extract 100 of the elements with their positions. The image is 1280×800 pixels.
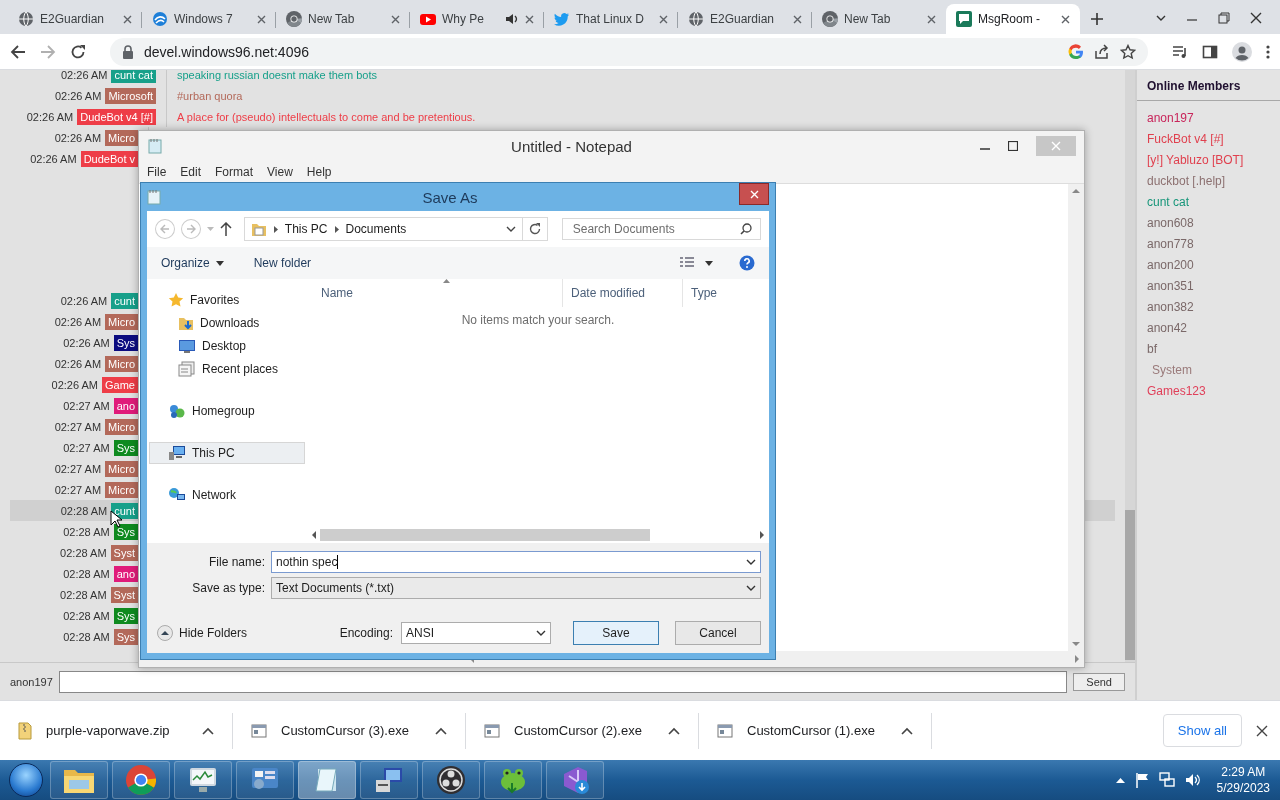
- view-list-icon[interactable]: [679, 256, 695, 270]
- member-name[interactable]: anon608: [1147, 213, 1270, 234]
- plus-icon[interactable]: [1090, 12, 1104, 26]
- member-name[interactable]: anon197: [1147, 108, 1270, 129]
- close-icon[interactable]: [525, 14, 534, 24]
- member-name[interactable]: anon778: [1147, 234, 1270, 255]
- close-icon[interactable]: [1061, 14, 1070, 24]
- side-panel-icon[interactable]: [1202, 43, 1218, 60]
- caret-icon[interactable]: [435, 726, 447, 735]
- scroll-right-icon[interactable]: [1075, 655, 1080, 663]
- menu-icon[interactable]: [1266, 43, 1270, 60]
- nav-item[interactable]: This PC: [149, 442, 305, 464]
- download-name[interactable]: CustomCursor (3).exe: [281, 723, 421, 738]
- browser-tab[interactable]: E2Guardian: [678, 4, 812, 34]
- chevron-up-icon[interactable]: [1115, 777, 1125, 783]
- close-icon[interactable]: [1250, 12, 1262, 24]
- taskbar-button[interactable]: [422, 761, 480, 799]
- user-badge[interactable]: Micro: [105, 313, 138, 330]
- nav-item[interactable]: Network: [149, 484, 305, 506]
- caret-icon[interactable]: [705, 260, 713, 266]
- scrollbar[interactable]: [1068, 184, 1084, 651]
- download-name[interactable]: CustomCursor (1).exe: [747, 723, 887, 738]
- menu-item[interactable]: File: [147, 165, 167, 179]
- caret-icon[interactable]: [668, 726, 680, 735]
- menu-item[interactable]: View: [267, 165, 293, 179]
- restore-icon[interactable]: [1218, 12, 1230, 24]
- browser-tab[interactable]: E2Guardian: [8, 4, 142, 34]
- menu-item[interactable]: Edit: [180, 165, 202, 179]
- user-badge[interactable]: Micro: [105, 355, 138, 372]
- hide-folders-button[interactable]: Hide Folders: [157, 625, 248, 641]
- user-badge[interactable]: Micro: [105, 418, 138, 435]
- star-outline-icon[interactable]: [1120, 43, 1136, 60]
- share-icon[interactable]: [1094, 43, 1110, 60]
- network-icon[interactable]: [1158, 772, 1175, 788]
- column-header[interactable]: Date modified: [563, 279, 683, 307]
- chevron-icon[interactable]: [746, 558, 756, 566]
- member-name[interactable]: duckbot [.help]: [1147, 171, 1270, 192]
- nav-item[interactable]: Desktop: [149, 335, 305, 357]
- browser-tab[interactable]: New Tab: [276, 4, 410, 34]
- member-name[interactable]: anon42: [1147, 318, 1270, 339]
- member-name[interactable]: bf: [1147, 339, 1270, 360]
- user-badge[interactable]: Game: [102, 376, 138, 393]
- caret-icon[interactable]: [202, 726, 214, 735]
- user-badge[interactable]: Sys: [113, 334, 138, 351]
- nav-item[interactable]: Downloads: [149, 312, 305, 334]
- taskbar-button[interactable]: [546, 761, 604, 799]
- computer-icon[interactable]: [374, 766, 404, 794]
- close-icon[interactable]: [391, 14, 400, 24]
- flag-icon[interactable]: [1134, 772, 1149, 788]
- close-icon[interactable]: [927, 14, 936, 24]
- back-icon[interactable]: [10, 43, 26, 60]
- frog-icon[interactable]: [498, 766, 528, 794]
- circle-logo-icon[interactable]: [436, 765, 466, 795]
- show-all-button[interactable]: Show all: [1162, 714, 1242, 747]
- taskbar-button[interactable]: [236, 761, 294, 799]
- cancel-button[interactable]: Cancel: [675, 621, 761, 645]
- browser-tab[interactable]: Why Pe: [410, 4, 544, 34]
- speaker-icon[interactable]: [1184, 772, 1201, 788]
- download-name[interactable]: purple-vaporwave.zip: [46, 723, 188, 738]
- taskbar-button[interactable]: [50, 761, 108, 799]
- user-badge[interactable]: Syst: [110, 544, 138, 561]
- user-badge[interactable]: ano: [113, 565, 138, 582]
- breadcrumb[interactable]: Documents: [345, 222, 407, 236]
- maximize-icon[interactable]: [1008, 141, 1018, 151]
- message-input[interactable]: [58, 670, 1068, 693]
- nav-item[interactable]: Homegroup: [149, 400, 305, 422]
- user-badge[interactable]: Sys: [113, 628, 138, 645]
- member-name[interactable]: anon200: [1147, 255, 1270, 276]
- address-bar[interactable]: This PC Documents: [243, 217, 523, 241]
- close-button[interactable]: [739, 183, 769, 205]
- address-bar[interactable]: devel.windows96.net:4096: [110, 37, 1148, 66]
- close-icon[interactable]: [793, 14, 802, 24]
- browser-tab[interactable]: New Tab: [812, 4, 946, 34]
- member-name[interactable]: anon351: [1147, 276, 1270, 297]
- file-type-dropdown[interactable]: Text Documents (*.txt): [271, 577, 761, 599]
- download-name[interactable]: CustomCursor (2).exe: [514, 723, 654, 738]
- search-field[interactable]: Search Documents: [561, 218, 761, 240]
- google-g-icon[interactable]: [1068, 43, 1084, 60]
- member-name[interactable]: anon382: [1147, 297, 1270, 318]
- scroll-right-icon[interactable]: [760, 531, 765, 539]
- chevron-icon[interactable]: [1156, 14, 1166, 22]
- file-name-field[interactable]: nothin spec: [271, 551, 761, 573]
- save-button[interactable]: Save: [573, 621, 659, 645]
- user-badge[interactable]: Microsoft: [105, 87, 156, 104]
- browser-tab[interactable]: MsgRoom -: [946, 4, 1080, 34]
- send-button[interactable]: Send: [1073, 672, 1125, 691]
- reload-icon[interactable]: [70, 43, 86, 60]
- chevron-icon[interactable]: [746, 584, 756, 592]
- user-badge[interactable]: Micro: [105, 460, 138, 477]
- browser-tab[interactable]: Windows 7: [142, 4, 276, 34]
- new-folder-button[interactable]: New folder: [253, 256, 312, 270]
- nav-item[interactable]: Recent places: [149, 358, 305, 380]
- close-icon[interactable]: [257, 14, 266, 24]
- scroll-left-icon[interactable]: [311, 531, 316, 539]
- user-badge[interactable]: Micro: [105, 481, 138, 498]
- user-badge[interactable]: Sys: [113, 439, 138, 456]
- browser-tab[interactable]: That Linux D: [544, 4, 678, 34]
- menu-item[interactable]: Format: [215, 165, 254, 179]
- taskbar-button[interactable]: [360, 761, 418, 799]
- scrollbar[interactable]: [1125, 70, 1135, 662]
